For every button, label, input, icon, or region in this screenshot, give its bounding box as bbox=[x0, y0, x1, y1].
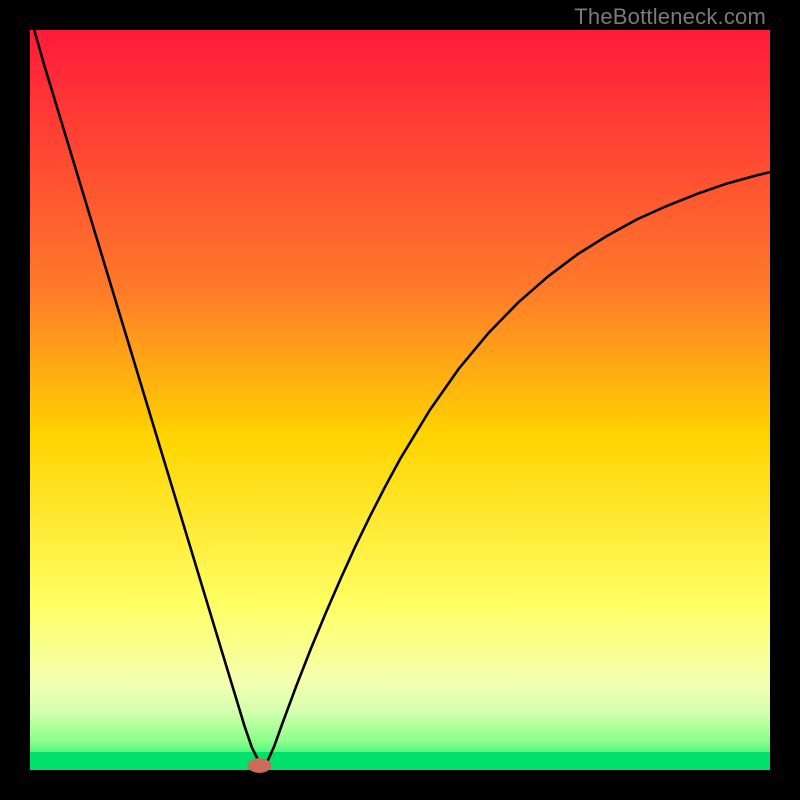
curve-layer bbox=[30, 30, 770, 770]
watermark-text: TheBottleneck.com bbox=[574, 4, 766, 30]
optimum-marker bbox=[248, 758, 272, 773]
plot-frame bbox=[30, 30, 770, 770]
bottleneck-curve bbox=[30, 15, 770, 762]
